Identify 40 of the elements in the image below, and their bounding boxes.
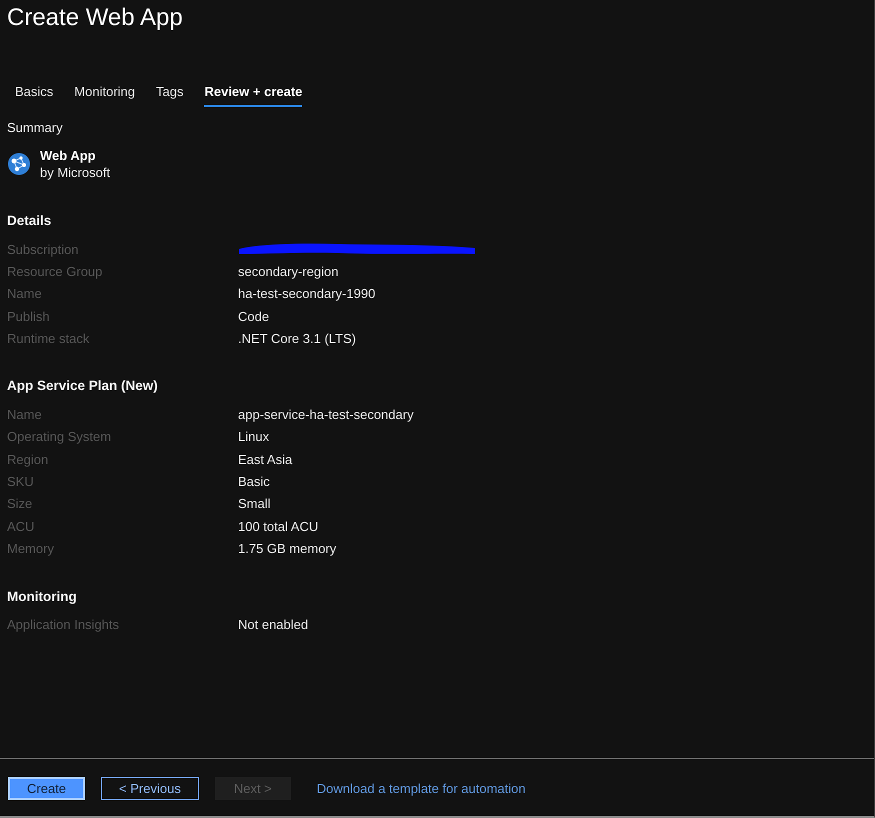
summary-heading: Summary: [7, 119, 63, 137]
tab[interactable]: Review + create: [204, 83, 302, 107]
download-template-link[interactable]: Download a template for automation: [316, 781, 526, 796]
tab[interactable]: Monitoring: [74, 83, 135, 107]
tab[interactable]: Tags: [156, 83, 184, 107]
page-title: Create Web App: [7, 3, 183, 33]
field-value: Linux: [238, 429, 270, 444]
field-value: .NET Core 3.1 (LTS): [238, 330, 356, 346]
nav-button[interactable]: < Previous: [101, 777, 199, 800]
field-label: Resource Group: [7, 264, 104, 279]
field-value: East Asia: [238, 452, 292, 467]
section-heading: Monitoring: [7, 588, 77, 606]
field-value: 1.75 GB memory: [238, 540, 336, 556]
create-button[interactable]: Create: [8, 777, 86, 800]
field-label: Region: [7, 452, 50, 467]
field-label: Memory: [7, 540, 55, 556]
field-value: Code: [238, 308, 270, 324]
field-value: app-service-ha-test-secondary: [238, 407, 414, 422]
field-label: Name: [7, 407, 43, 422]
product-name: Web App: [40, 147, 96, 164]
field-label: ACU: [7, 518, 36, 534]
section-heading: App Service Plan (New): [7, 377, 158, 396]
field-label: Application Insights: [7, 617, 120, 632]
field-value: Not enabled: [238, 617, 308, 632]
field-label: Publish: [7, 308, 51, 324]
field-label: Runtime stack: [7, 330, 90, 346]
tab[interactable]: Basics: [15, 83, 54, 107]
publisher-name: by Microsoft: [40, 164, 110, 181]
field-value: 100 total ACU: [238, 518, 318, 534]
field-label: Name: [7, 286, 43, 302]
globe-nodes-icon: [8, 153, 30, 175]
field-value: Basic: [238, 474, 270, 490]
field-label: Size: [7, 496, 34, 512]
field-label: Operating System: [7, 429, 112, 444]
field-value: ha-test-secondary-1990: [238, 286, 376, 302]
field-value: Small: [238, 496, 271, 512]
section-heading: Details: [7, 212, 52, 230]
field-label: SKU: [7, 474, 35, 490]
field-label: Subscription: [7, 242, 80, 257]
field-value: secondary-region: [238, 264, 338, 279]
